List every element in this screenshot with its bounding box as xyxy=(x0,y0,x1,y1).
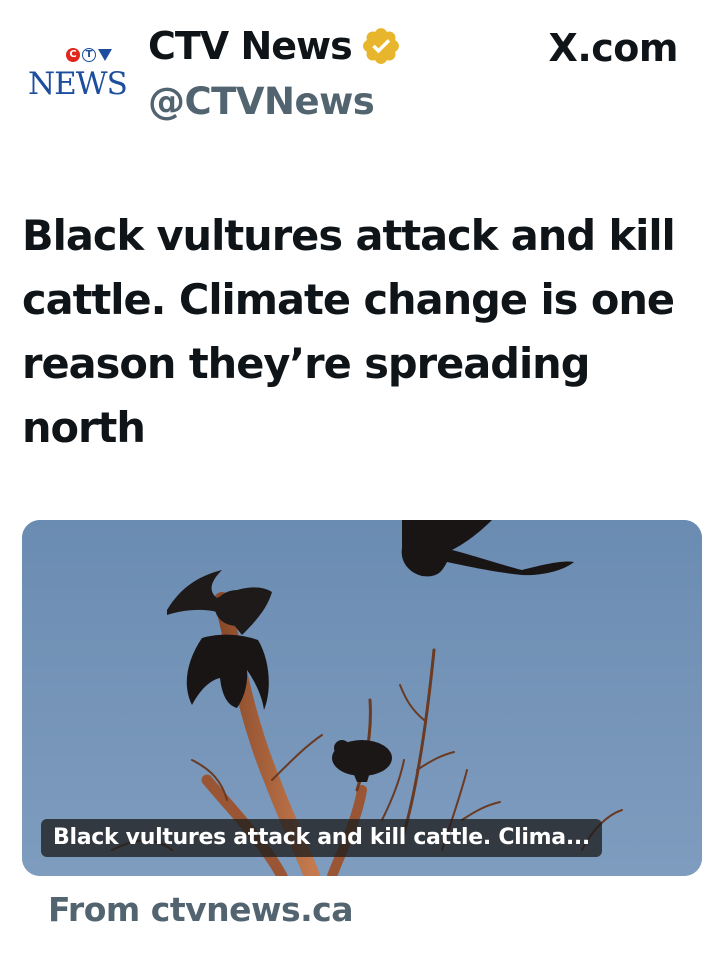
link-card[interactable]: Black vultures attack and kill cattle. C… xyxy=(22,520,702,876)
post-headline: Black vultures attack and kill cattle. C… xyxy=(22,211,676,452)
tweet-header: C T NEWS CTV News @CTVNews X.com xyxy=(0,0,723,140)
link-card-caption[interactable]: Black vultures attack and kill cattle. C… xyxy=(41,819,602,857)
link-source-text[interactable]: From ctvnews.ca xyxy=(48,890,353,929)
ctv-badge-v xyxy=(98,49,112,61)
author-handle[interactable]: @CTVNews xyxy=(148,80,375,123)
source-domain-label: X.com xyxy=(548,26,679,70)
author-name-row[interactable]: CTV News xyxy=(148,24,402,68)
ctv-badge-c: C xyxy=(66,48,80,62)
ctv-news-logo[interactable]: C T NEWS xyxy=(22,48,130,110)
author-display-name[interactable]: CTV News xyxy=(148,24,353,68)
verified-badge-icon xyxy=(362,28,399,64)
ctv-badge: C T xyxy=(66,48,112,62)
ctv-badge-t: T xyxy=(82,48,96,62)
logo-news-text: NEWS xyxy=(28,66,128,102)
